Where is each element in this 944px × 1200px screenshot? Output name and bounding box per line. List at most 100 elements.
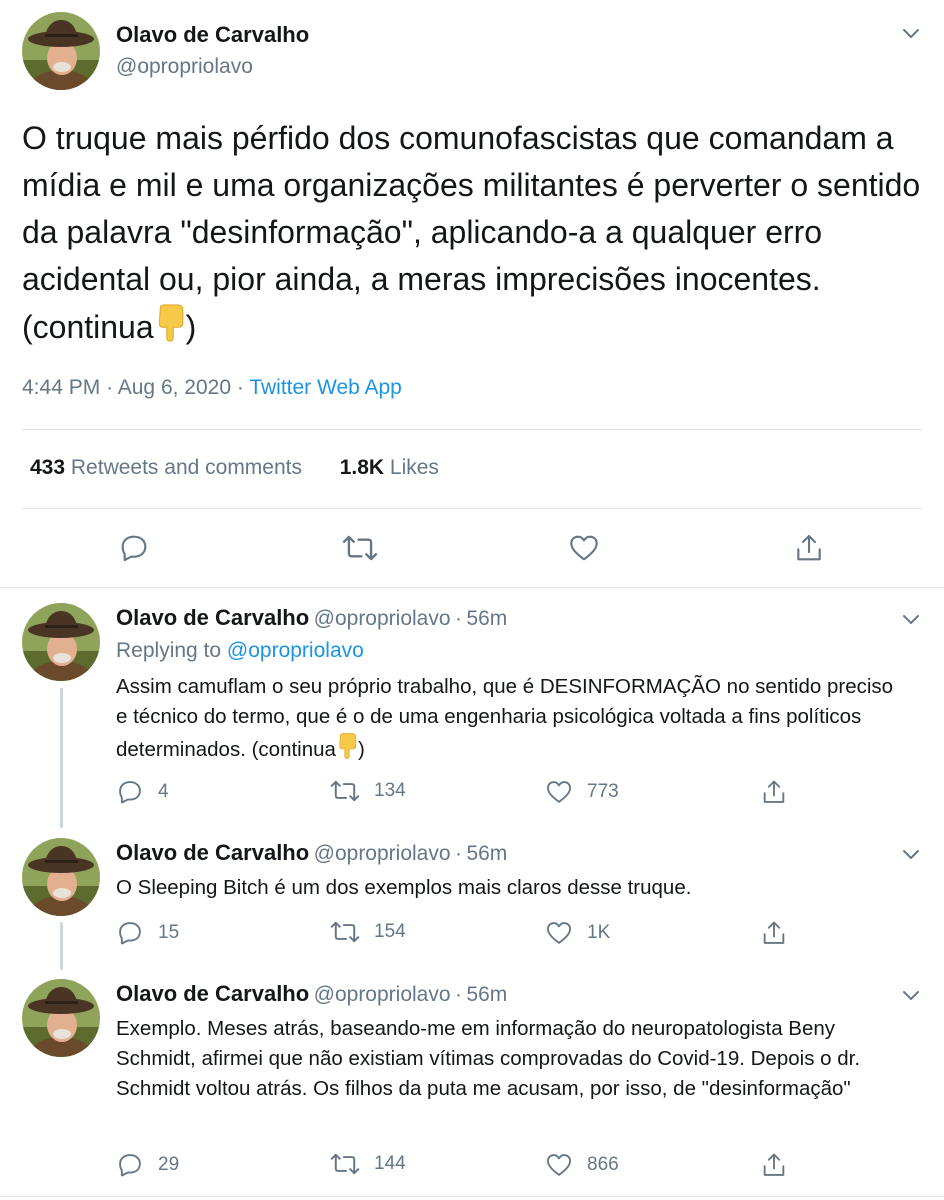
- tweet-source-link[interactable]: Twitter Web App: [249, 376, 402, 399]
- share-icon: [797, 534, 821, 561]
- author-handle[interactable]: @opropriolavo: [314, 607, 451, 630]
- reply-text-body: Assim camuflam o seu próprio trabalho, q…: [116, 675, 894, 761]
- like-count: 1K: [587, 922, 611, 943]
- retweet-count: 154: [374, 921, 406, 942]
- chevron-down-icon[interactable]: [900, 608, 922, 635]
- reply-count: 4: [158, 781, 169, 802]
- likes-stat[interactable]: 1.8K Likes: [340, 456, 439, 479]
- reply-text: Exemplo. Meses atrás, baseando-me em inf…: [116, 1017, 861, 1100]
- like-action[interactable]: 773: [545, 778, 619, 806]
- author-name[interactable]: Olavo de Carvalho: [116, 840, 309, 865]
- avatar[interactable]: [22, 603, 100, 681]
- divider: [0, 587, 944, 588]
- author-name[interactable]: Olavo de Carvalho: [116, 981, 309, 1006]
- reply-count: 15: [158, 922, 180, 943]
- retweet-icon: [342, 535, 378, 561]
- retweets-label: Retweets and comments: [70, 456, 302, 479]
- share-button[interactable]: [793, 532, 825, 564]
- avatar[interactable]: [22, 979, 100, 1057]
- reply-text: Assim camuflam o seu próprio trabalho, q…: [116, 672, 906, 769]
- divider: [22, 429, 922, 430]
- chevron-down-icon[interactable]: [900, 22, 922, 49]
- like-count: 773: [587, 781, 619, 802]
- avatar-image: [22, 12, 100, 90]
- reply-icon: [119, 1154, 141, 1177]
- reply-action[interactable]: 4: [116, 778, 169, 806]
- share-action[interactable]: [760, 919, 788, 947]
- retweet-button[interactable]: [342, 532, 378, 564]
- backhand-index-pointing-down-emoji: [336, 732, 358, 769]
- retweet-count: 144: [374, 1153, 406, 1174]
- avatar-image: [22, 838, 100, 916]
- backhand-index-pointing-down-emoji: [154, 303, 186, 356]
- retweets-count: 433: [30, 456, 66, 479]
- tweet-meta: 4:44 PM · Aug 6, 2020 · Twitter Web App: [22, 376, 402, 400]
- like-count: 866: [587, 1154, 619, 1175]
- reply-button[interactable]: [118, 532, 150, 564]
- reply-icon: [119, 781, 141, 804]
- reply-header: Olavo de Carvalho @opropriolavo · 56m: [116, 605, 507, 631]
- reply-count: 29: [158, 1154, 180, 1175]
- reply-action[interactable]: 15: [116, 919, 179, 947]
- avatar-image: [22, 979, 100, 1057]
- divider: [0, 1196, 944, 1197]
- retweet-count: 134: [374, 780, 406, 801]
- heart-icon: [546, 922, 572, 944]
- retweet-action[interactable]: 144: [330, 1151, 406, 1177]
- reply-time[interactable]: 56m: [466, 983, 507, 1006]
- author-name[interactable]: Olavo de Carvalho: [116, 605, 309, 630]
- reply-text-end: ): [357, 737, 365, 761]
- retweet-action[interactable]: 154: [330, 919, 406, 945]
- heart-icon: [570, 535, 598, 561]
- share-action[interactable]: [760, 778, 788, 806]
- avatar[interactable]: [22, 838, 100, 916]
- author-name[interactable]: Olavo de Carvalho: [116, 22, 309, 48]
- separator: ·: [106, 376, 114, 399]
- share-icon: [763, 921, 785, 944]
- avatar-image: [22, 603, 100, 681]
- tweet-date[interactable]: Aug 6, 2020: [118, 376, 231, 399]
- author-handle[interactable]: @opropriolavo: [314, 842, 451, 865]
- avatar[interactable]: [22, 12, 100, 90]
- author-handle[interactable]: @opropriolavo: [116, 55, 253, 79]
- share-icon: [763, 780, 785, 803]
- chevron-down-icon[interactable]: [900, 843, 922, 870]
- reply-text: O Sleeping Bitch é um dos exemplos mais …: [116, 876, 692, 899]
- replying-prefix: Replying to: [116, 639, 222, 662]
- reply-action[interactable]: 29: [116, 1151, 179, 1179]
- tweet-time[interactable]: 4:44 PM: [22, 376, 100, 399]
- tweet-text: O truque mais pérfido dos comunofascista…: [22, 115, 927, 356]
- share-icon: [763, 1153, 785, 1176]
- replying-to-link[interactable]: @opropriolavo: [227, 639, 364, 662]
- retweet-action[interactable]: 134: [330, 778, 406, 804]
- tweet-stats: 433 Retweets and comments 1.8K Likes: [30, 456, 439, 480]
- like-action[interactable]: 866: [545, 1151, 619, 1179]
- separator: ·: [454, 607, 462, 630]
- like-button[interactable]: [568, 532, 600, 564]
- retweet-icon: [330, 1153, 360, 1175]
- divider: [22, 508, 922, 509]
- like-action[interactable]: 1K: [545, 919, 610, 947]
- reply-header: Olavo de Carvalho @opropriolavo · 56m: [116, 840, 507, 866]
- reply-icon: [119, 922, 141, 945]
- retweets-stat[interactable]: 433 Retweets and comments: [30, 456, 302, 479]
- chevron-down-icon[interactable]: [900, 984, 922, 1011]
- heart-icon: [546, 781, 572, 803]
- replying-to: Replying to @opropriolavo: [116, 639, 364, 663]
- reply-time[interactable]: 56m: [466, 842, 507, 865]
- thread-line: [60, 688, 63, 828]
- likes-label: Likes: [389, 456, 439, 479]
- heart-icon: [546, 1154, 572, 1176]
- tweet-text-end: ): [185, 308, 197, 345]
- share-action[interactable]: [760, 1151, 788, 1179]
- reply-icon: [121, 535, 147, 562]
- likes-count: 1.8K: [339, 456, 385, 479]
- separator: ·: [236, 376, 244, 399]
- separator: ·: [454, 842, 462, 865]
- retweet-icon: [330, 780, 360, 802]
- retweet-icon: [330, 921, 360, 943]
- separator: ·: [454, 983, 462, 1006]
- reply-header: Olavo de Carvalho @opropriolavo · 56m: [116, 981, 507, 1007]
- author-handle[interactable]: @opropriolavo: [314, 983, 451, 1006]
- reply-time[interactable]: 56m: [466, 607, 507, 630]
